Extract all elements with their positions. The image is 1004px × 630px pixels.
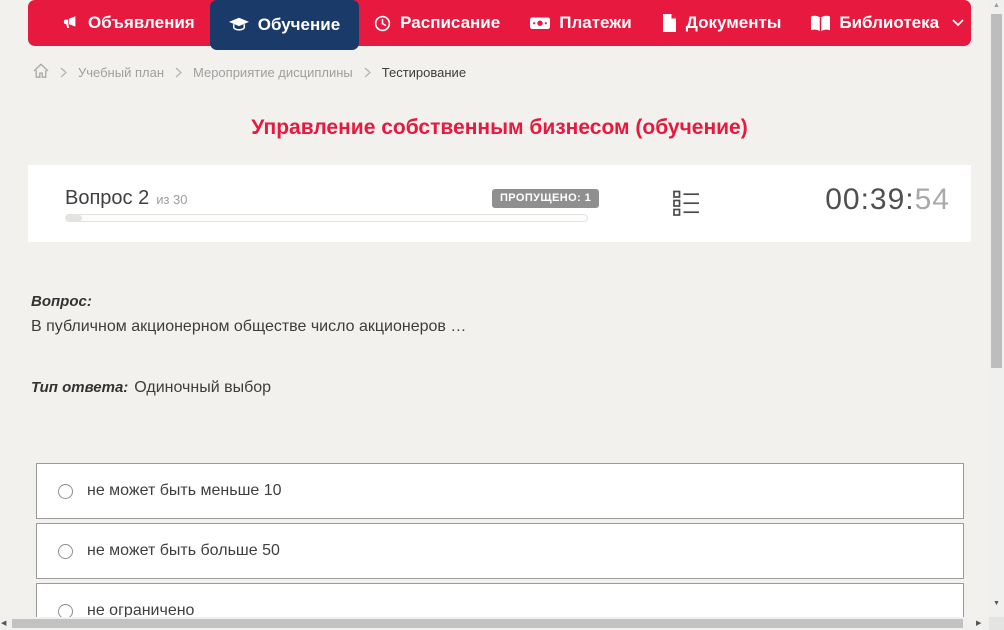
timer-seconds: 54 xyxy=(914,183,950,216)
timer: 00:39:54 xyxy=(825,183,950,217)
progress-bar xyxy=(65,214,588,222)
nav-item-label: Документы xyxy=(685,13,782,32)
answer-option-2[interactable]: не может быть больше 50 xyxy=(36,523,964,579)
radio-button[interactable] xyxy=(58,483,73,499)
radio-button[interactable] xyxy=(58,543,73,559)
nav-item-library[interactable]: Библиотека xyxy=(796,0,979,46)
breadcrumb-item-testing: Тестирование xyxy=(381,65,467,80)
nav-item-label: Платежи xyxy=(559,13,632,32)
banknote-icon xyxy=(530,14,551,32)
browser-viewport: Объявления Обучение Расписание Платежи Д… xyxy=(0,0,1004,630)
nav-item-documents[interactable]: Документы xyxy=(647,0,797,46)
question-header-card: Вопрос 2 из 30 ПРОПУЩЕНО: 1 00:39:54 xyxy=(28,165,971,242)
answer-option-label: не ограничено xyxy=(87,602,195,617)
open-book-icon xyxy=(811,15,831,32)
vertical-scrollbar[interactable]: ▲ ▼ xyxy=(989,0,1004,617)
scroll-up-arrow-icon[interactable]: ▲ xyxy=(989,2,1004,9)
question-text: В публичном акционерном обществе число а… xyxy=(31,318,467,335)
scroll-left-arrow-icon[interactable]: ◀ xyxy=(1,617,6,630)
answer-options: не может быть меньше 10 не может быть бо… xyxy=(36,463,964,617)
nav-item-label: Библиотека xyxy=(839,13,940,32)
home-icon[interactable] xyxy=(33,63,49,82)
top-navigation: Объявления Обучение Расписание Платежи Д… xyxy=(28,0,971,50)
progress-fill xyxy=(66,215,82,221)
document-icon xyxy=(662,14,677,32)
page-content: Объявления Обучение Расписание Платежи Д… xyxy=(0,0,989,617)
horizontal-scrollbar[interactable]: ◀ ▶ xyxy=(0,617,989,630)
breadcrumb-separator-icon xyxy=(175,67,182,78)
answer-type-line: Тип ответа: Одиночный выбор xyxy=(31,379,271,397)
question-number: Вопрос 2 из 30 xyxy=(65,187,188,210)
question-total-label: из 30 xyxy=(156,192,188,207)
nav-items: Объявления Обучение Расписание Платежи Д… xyxy=(28,0,971,50)
horizontal-scrollbar-thumb[interactable] xyxy=(12,619,963,628)
breadcrumb-separator-icon xyxy=(364,67,371,78)
vertical-scrollbar-thumb[interactable] xyxy=(991,14,1002,368)
nav-item-label: Обучение xyxy=(257,15,341,34)
question-heading: Вопрос: xyxy=(31,293,92,310)
question-number-label: Вопрос 2 xyxy=(65,187,150,209)
breadcrumb: Учебный план Мероприятие дисциплины Тест… xyxy=(33,63,466,82)
radio-button[interactable] xyxy=(58,603,73,617)
page-title: Управление собственным бизнесом (обучени… xyxy=(251,116,748,139)
scroll-right-arrow-icon[interactable]: ▶ xyxy=(976,617,981,630)
skipped-badge: ПРОПУЩЕНО: 1 xyxy=(492,189,600,208)
question-list-icon xyxy=(673,190,700,221)
answer-option-3[interactable]: не ограничено xyxy=(36,583,964,617)
nav-item-label: Объявления xyxy=(88,13,195,32)
megaphone-icon xyxy=(61,14,79,32)
nav-item-schedule[interactable]: Расписание xyxy=(359,0,515,46)
timer-hours-minutes: 00:39: xyxy=(825,183,915,216)
breadcrumb-item-curriculum[interactable]: Учебный план xyxy=(78,65,164,80)
breadcrumb-separator-icon xyxy=(60,67,67,78)
answer-type-value: Одиночный выбор xyxy=(134,379,272,396)
nav-item-announcements[interactable]: Объявления xyxy=(46,0,210,46)
answer-option-1[interactable]: не может быть меньше 10 xyxy=(36,463,964,519)
graduation-cap-icon xyxy=(228,17,249,33)
nav-item-learning[interactable]: Обучение xyxy=(209,0,360,50)
answer-option-label: не может быть больше 50 xyxy=(87,542,280,559)
answer-option-label: не может быть меньше 10 xyxy=(87,482,282,499)
breadcrumb-item-discipline-event[interactable]: Мероприятие дисциплины xyxy=(193,65,353,80)
answer-type-label: Тип ответа: xyxy=(31,379,129,396)
clock-icon xyxy=(374,15,391,32)
scroll-down-arrow-icon[interactable]: ▼ xyxy=(989,600,1004,607)
scrollbar-corner xyxy=(989,617,1004,630)
nav-item-payments[interactable]: Платежи xyxy=(515,0,647,46)
question-list-button[interactable] xyxy=(673,190,700,222)
chevron-down-icon xyxy=(952,19,964,27)
nav-item-label: Расписание xyxy=(400,13,501,32)
